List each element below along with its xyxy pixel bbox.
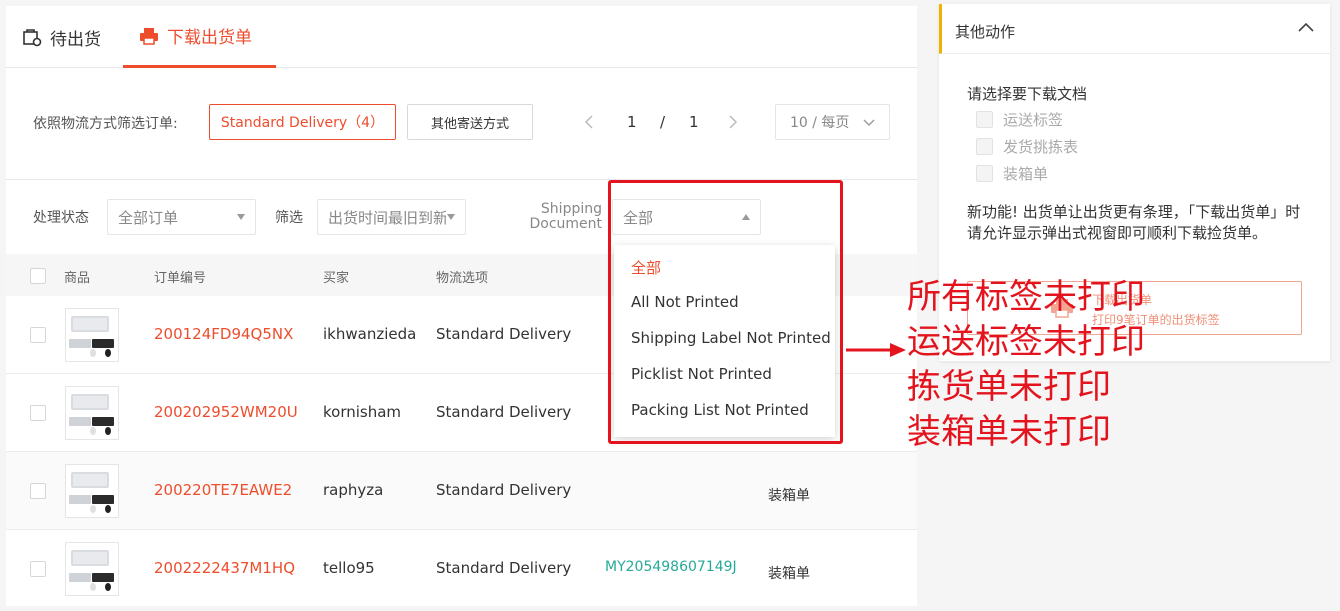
status-select-value: 全部订单 <box>118 208 179 227</box>
product-thumbnail <box>65 542 119 596</box>
printer-icon <box>140 27 158 45</box>
annotation-line: 运送标签未打印 <box>907 322 1145 362</box>
option-label: 装箱单 <box>1003 164 1049 183</box>
row-checkbox[interactable] <box>30 561 46 577</box>
buyer-name: raphyza <box>323 481 384 499</box>
select-all-checkbox[interactable] <box>30 268 46 284</box>
per-page-value: 10 / 每页 <box>790 115 850 131</box>
shipping-document-label-line2: Document <box>529 216 602 232</box>
caret-down-icon <box>447 214 455 220</box>
shipping-document-status: 装箱单 <box>768 488 810 504</box>
order-id-link[interactable]: 200220TE7EAWE2 <box>154 481 292 499</box>
row-checkbox[interactable] <box>30 483 46 499</box>
other-actions-header[interactable]: 其他动作 <box>939 4 1330 54</box>
order-id-link[interactable]: 200124FD94Q5NX <box>154 325 293 343</box>
status-label: 处理状态 <box>33 210 89 226</box>
product-thumbnail <box>65 386 119 440</box>
arrow-right-icon <box>846 343 906 357</box>
order-id-link[interactable]: 200202952WM20U <box>154 403 298 421</box>
option-label: 运送标签 <box>1003 110 1064 129</box>
package-icon <box>23 29 42 47</box>
annotation-line: 所有标签未打印 <box>907 277 1145 317</box>
option-picklist[interactable]: 发货挑拣表 <box>976 136 1078 156</box>
next-page-button[interactable] <box>728 104 738 140</box>
sort-select-value: 出货时间最旧到新 <box>328 208 446 227</box>
filter-label: 筛选 <box>275 210 303 226</box>
logistics-filter-label: 依照物流方式筛选订单: <box>33 116 178 132</box>
logistics-option: Standard Delivery <box>436 325 572 343</box>
sort-select[interactable]: 出货时间最旧到新 <box>317 199 466 235</box>
header-product: 商品 <box>64 271 91 286</box>
tab-to-ship-label: 待出货 <box>50 29 101 50</box>
current-page: 1 <box>627 113 637 131</box>
row-checkbox[interactable] <box>30 405 46 421</box>
new-feature-note: 新功能! 出货单让出货更有条理，「下载出货单」时请允许显示弹出式视窗即可顺利下载… <box>967 203 1301 242</box>
buyer-name: kornisham <box>323 403 402 421</box>
chevron-up-icon[interactable] <box>1298 22 1314 34</box>
page-separator: / <box>660 113 666 131</box>
checkbox[interactable] <box>976 164 993 182</box>
product-thumbnail <box>65 464 119 518</box>
annotation-highlight-box <box>608 180 843 444</box>
standard-delivery-button[interactable]: Standard Delivery（4） <box>209 104 396 140</box>
shipping-document-label-line1: Shipping <box>540 201 602 217</box>
other-actions-title: 其他动作 <box>955 23 1016 41</box>
total-pages: 1 <box>689 113 699 131</box>
logistics-option: Standard Delivery <box>436 481 572 499</box>
caret-down-icon <box>237 214 245 220</box>
option-shipping-label[interactable]: 运送标签 <box>976 109 1063 129</box>
chevron-right-icon <box>729 115 738 129</box>
per-page-select[interactable]: 10 / 每页 <box>775 104 890 140</box>
header-order-id: 订单编号 <box>154 271 207 286</box>
order-id-link[interactable]: 2002222437M1HQ <box>154 559 295 577</box>
shipping-document-label: Shipping Document <box>528 202 602 232</box>
option-label: 发货挑拣表 <box>1003 137 1079 156</box>
annotation-line: 装箱单未打印 <box>907 412 1111 452</box>
buyer-name: tello95 <box>323 559 375 577</box>
chevron-down-icon <box>863 119 875 126</box>
checkbox[interactable] <box>976 137 993 155</box>
chevron-left-icon <box>584 115 593 129</box>
logistics-option: Standard Delivery <box>436 559 572 577</box>
prev-page-button[interactable] <box>584 104 594 140</box>
tab-download-label: 下载出货单 <box>167 28 252 48</box>
download-docs-subtitle: 请选择要下载文档 <box>967 85 1088 103</box>
tracking-number[interactable]: MY205498607149J <box>605 559 737 575</box>
shipping-document-status: 装箱单 <box>768 566 810 582</box>
product-thumbnail <box>65 308 119 362</box>
other-shipping-button[interactable]: 其他寄送方式 <box>407 104 533 140</box>
checkbox[interactable] <box>976 110 993 128</box>
table-row: 200220TE7EAWE2 raphyza Standard Delivery… <box>6 452 917 530</box>
buyer-name: ikhwanzieda <box>323 325 417 343</box>
header-logistics: 物流选项 <box>436 271 489 286</box>
table-row: 2002222437M1HQ tello95 Standard Delivery… <box>6 530 917 606</box>
status-select[interactable]: 全部订单 <box>107 199 256 235</box>
tab-bar: 待出货 下载出货单 <box>6 6 917 68</box>
row-checkbox[interactable] <box>30 327 46 343</box>
option-packing-list[interactable]: 装箱单 <box>976 163 1048 183</box>
tab-to-ship[interactable]: 待出货 <box>22 6 101 68</box>
logistics-option: Standard Delivery <box>436 403 572 421</box>
annotation-line: 拣货单未打印 <box>907 367 1111 407</box>
tab-download-shipping[interactable]: 下载出货单 <box>123 6 276 68</box>
header-buyer: 买家 <box>323 271 350 286</box>
